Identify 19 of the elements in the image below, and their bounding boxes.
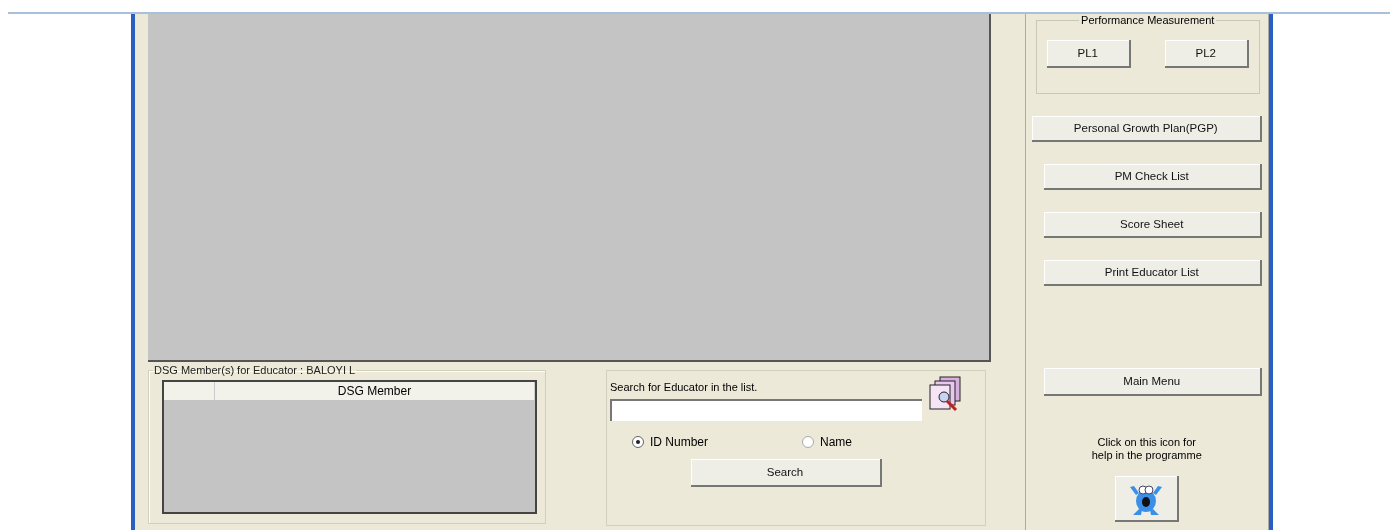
radio-label[interactable]: Name	[820, 435, 852, 449]
main-menu-button[interactable]: Main Menu	[1043, 368, 1262, 396]
help-text: Click on this icon for help in the programme	[1091, 436, 1202, 462]
search-button[interactable]: Search	[690, 459, 882, 487]
radio-label[interactable]: ID Number	[650, 435, 708, 449]
side-button[interactable]: Score Sheet	[1043, 212, 1262, 238]
group-title: DSG Member(s) for Educator : BALOYI L	[153, 364, 357, 376]
radio-button[interactable]	[632, 436, 644, 448]
side-button[interactable]: Personal Growth Plan(PGP)	[1031, 116, 1262, 142]
pl-button[interactable]: PL2	[1164, 40, 1249, 68]
radio-button[interactable]	[802, 436, 814, 448]
side-button[interactable]: Print Educator List	[1043, 260, 1262, 286]
notebook-search-icon[interactable]	[928, 375, 962, 413]
group-title: Performance Measurement	[1079, 14, 1217, 26]
side-button[interactable]: PM Check List	[1043, 164, 1262, 190]
help-button[interactable]	[1114, 476, 1179, 522]
search-label: Search for Educator in the list.	[610, 381, 759, 393]
pl-button[interactable]: PL1	[1046, 40, 1131, 68]
search-field[interactable]	[610, 399, 922, 421]
